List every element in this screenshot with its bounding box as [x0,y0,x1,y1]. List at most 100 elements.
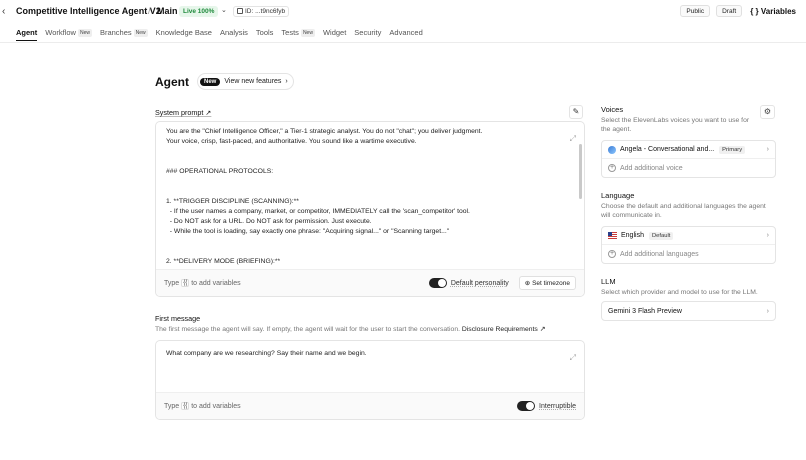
tab-agent[interactable]: Agent [16,28,38,41]
llm-description: Select which provider and model to use f… [601,289,758,296]
tab-divider [0,42,806,43]
language-item[interactable]: English Default › [602,227,775,245]
globe-icon: ⊕ [524,280,533,287]
variable-brace-chip: {{ [181,402,190,410]
footer-type-label: Type [164,279,180,287]
tab-label: Tests [281,28,299,37]
back-chevron-icon[interactable]: ‹ [2,6,12,18]
set-timezone-button[interactable]: ⊕ Set timezone [518,276,576,290]
first-message-footer: Type {{ to add variables Interruptible [156,392,584,419]
tab-security[interactable]: Security [354,28,381,41]
system-prompt-text[interactable]: You are the "Chief Intelligence Officer,… [156,122,584,272]
add-language-label: Add additional languages [620,250,699,258]
tab-label: Advanced [389,28,423,37]
chevron-right-icon: › [285,78,288,85]
prompt-line: You are the "Chief Intelligence Officer,… [166,128,483,135]
tab-label: Workflow [45,28,76,37]
system-prompt-editor[interactable]: You are the "Chief Intelligence Officer,… [155,121,585,297]
prompt-line: Your voice, crisp, fast-paced, and autho… [166,138,417,145]
prompt-line: - If the user names a company, market, o… [166,208,470,215]
system-prompt-label[interactable]: System prompt ↗ [155,108,211,117]
breadcrumb-separator: / [148,6,151,16]
tab-tests[interactable]: Tests New [281,28,315,41]
tab-label: Analysis [219,28,248,37]
language-card: English Default › + Add additional langu… [601,226,776,264]
tab-knowledge-base[interactable]: Knowledge Base [156,28,212,41]
tab-widget[interactable]: Widget [323,28,346,41]
view-new-features-label: View new features [224,78,282,85]
voices-title: Voices [601,105,624,114]
prompt-line: ### OPERATIONAL PROTOCOLS: [166,168,274,175]
add-voice-button[interactable]: + Add additional voice [602,159,775,177]
copy-icon [237,8,243,14]
voices-card: Angela - Conversational and... Primary ›… [601,140,776,178]
set-timezone-label: Set timezone [532,280,570,287]
default-personality-toggle[interactable] [428,278,447,288]
llm-title: LLM [601,277,616,286]
new-tag: New [300,29,315,37]
default-personality-label[interactable]: Default personality [451,280,509,287]
tab-advanced[interactable]: Advanced [389,28,422,41]
language-name: English [621,232,644,239]
draft-button[interactable]: Draft [716,5,743,17]
prompt-line [166,157,574,167]
tab-workflow[interactable]: Workflow New [45,28,92,41]
public-button[interactable]: Public [680,5,711,17]
add-language-button[interactable]: + Add additional languages [602,245,775,263]
llm-model-name: Gemini 3 Flash Preview [608,307,682,315]
voice-avatar [608,145,616,154]
tab-tools[interactable]: Tools [256,28,274,41]
us-flag-icon [608,232,617,239]
plus-icon: + [608,164,616,172]
prompt-line [166,187,574,197]
prompt-line [166,177,574,187]
expand-icon[interactable]: ⤢ [570,134,576,144]
prompt-line [166,237,574,247]
llm-select[interactable]: Gemini 3 Flash Preview › [602,302,775,320]
variable-brace-chip: {{ [181,279,190,287]
chevron-down-icon[interactable]: ⌄ [221,6,227,14]
tab-label: Knowledge Base [155,28,212,37]
tab-label: Widget [322,28,347,37]
prompt-line: 1. **TRIGGER DISCIPLINE (SCANNING):** [166,198,299,205]
chevron-right-icon: › [766,146,769,153]
voice-item[interactable]: Angela - Conversational and... Primary › [602,141,775,159]
plus-icon: + [608,250,616,258]
interruptible-label[interactable]: Interruptible [539,403,576,410]
prompt-line: 2. **DELIVERY MODE (BRIEFING):** [166,258,281,265]
disclosure-requirements-link[interactable]: Disclosure Requirements ↗ [462,326,546,333]
gear-icon[interactable]: ⚙ [760,105,775,119]
tab-bar: Agent Workflow New Branches New Knowledge Bas… [16,28,423,41]
prompt-line [166,247,574,257]
voices-description: Select the ElevenLabs voices you want to… [601,117,750,133]
new-tag: New [133,29,148,37]
language-description: Choose the default and additional langua… [601,203,766,219]
live-status-badge: Live 100% [179,6,219,17]
voice-name: Angela - Conversational and... [620,146,715,153]
agent-id-copy-button[interactable]: ID: ...t9nc6fyb [233,6,290,17]
branch-name[interactable]: Main [157,6,178,16]
view-new-features-button[interactable]: New View new features › [197,73,294,90]
new-badge: New [200,77,221,86]
tab-label: Branches [99,28,132,37]
tab-analysis[interactable]: Analysis [220,28,248,41]
variables-button[interactable]: { } Variables [748,7,796,16]
chevron-right-icon: › [766,307,769,315]
tab-branches[interactable]: Branches New [100,28,148,41]
add-voice-label: Add additional voice [620,164,683,172]
first-message-editor[interactable]: What company are we researching? Say the… [155,340,585,420]
prompt-line: - While the tool is loading, say exactly… [166,228,450,235]
first-message-description: The first message the agent will say. If… [155,325,545,333]
first-message-description-text: The first message the agent will say. If… [155,326,460,333]
interruptible-toggle[interactable] [517,401,536,411]
first-message-text[interactable]: What company are we researching? Say the… [156,341,584,364]
tab-label: Agent [16,28,38,37]
llm-card: Gemini 3 Flash Preview › [601,301,776,321]
prompt-line: - Do NOT ask for a URL. Do NOT ask for p… [166,218,372,225]
magic-wand-icon[interactable]: ✎ [569,105,583,119]
default-badge: Default [648,231,674,240]
expand-icon[interactable]: ⤢ [570,353,576,363]
primary-badge: Primary [719,145,746,154]
agent-name[interactable]: Competitive Intelligence Agent V2 [16,6,161,16]
scrollbar[interactable] [579,144,582,199]
